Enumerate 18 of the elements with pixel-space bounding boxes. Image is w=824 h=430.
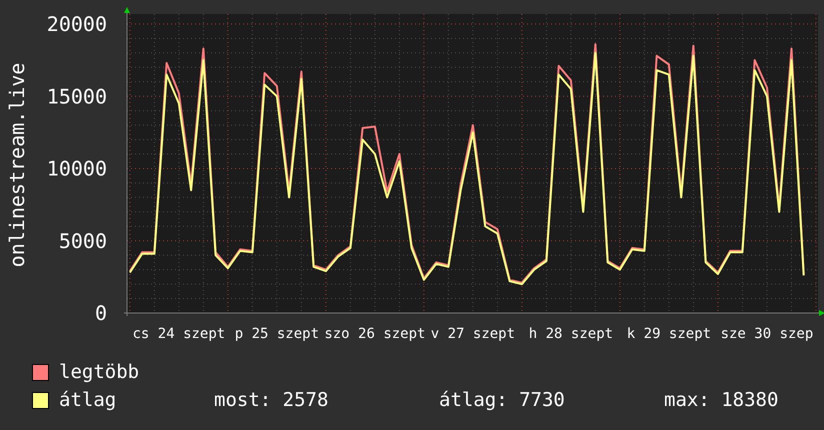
x-tick-label: szo 26 szept: [324, 326, 426, 342]
x-tick-label: v 27 szept: [430, 326, 516, 342]
x-tick-label: cs 24 szept: [132, 326, 226, 342]
x-tick-label: p 25 szept: [234, 326, 320, 342]
y-tick-label: 20000: [46, 12, 107, 36]
x-tick-label: sze 30 szep: [720, 326, 814, 342]
legend-label: legtöbb: [59, 361, 140, 383]
stat-text: most: 2578: [214, 389, 330, 411]
y-tick-label: 10000: [46, 156, 107, 180]
x-tick-label: k 29 szept: [626, 326, 712, 342]
y-tick-label: 0: [94, 301, 107, 325]
y-tick-label: 5000: [58, 228, 107, 253]
x-tick-label: h 28 szept: [528, 326, 614, 342]
stat-text: átlag: 7730: [439, 389, 566, 411]
stat-text: max: 18380: [664, 389, 778, 411]
axis-title: onlinestream.live: [5, 62, 29, 268]
y-tick-label: 15000: [46, 84, 107, 108]
legend-label: átlag: [59, 389, 118, 411]
